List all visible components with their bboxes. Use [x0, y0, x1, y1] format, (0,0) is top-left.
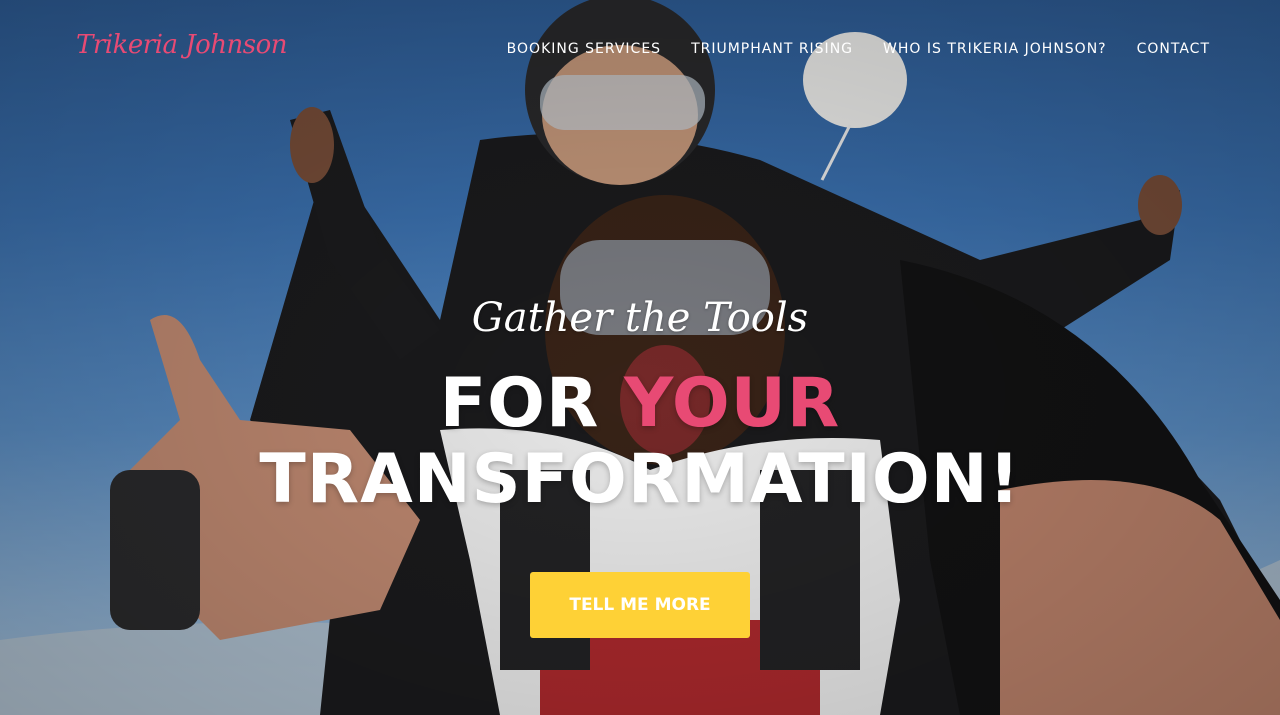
hero-heading: FOR YOUR TRANSFORMATION!	[0, 366, 1280, 518]
hero-heading-accent: YOUR	[624, 364, 841, 443]
hero-section: Trikeria Johnson BOOKING SERVICES TRIUMP…	[0, 0, 1280, 715]
tell-me-more-button[interactable]: TELL ME MORE	[530, 572, 750, 638]
nav-link-triumphant-rising[interactable]: TRIUMPHANT RISING	[691, 41, 853, 57]
nav-item-contact: CONTACT	[1137, 40, 1210, 58]
nav-item-booking-services: BOOKING SERVICES	[507, 40, 661, 58]
nav-link-who-is[interactable]: WHO IS TRIKERIA JOHNSON?	[883, 41, 1107, 57]
hero-content: Gather the Tools FOR YOUR TRANSFORMATION…	[0, 290, 1280, 638]
nav-link-contact[interactable]: CONTACT	[1137, 41, 1210, 57]
nav-menu: BOOKING SERVICES TRIUMPHANT RISING WHO I…	[507, 40, 1210, 58]
nav-item-who-is: WHO IS TRIKERIA JOHNSON?	[883, 40, 1107, 58]
hero-heading-part1: FOR	[439, 364, 600, 443]
hero-subheading: Gather the Tools	[471, 295, 809, 341]
nav-item-triumphant-rising: TRIUMPHANT RISING	[691, 40, 853, 58]
hero-heading-part2: TRANSFORMATION!	[259, 440, 1021, 519]
nav-link-booking-services[interactable]: BOOKING SERVICES	[507, 41, 661, 57]
brand-logo[interactable]: Trikeria Johnson	[76, 30, 288, 60]
main-navbar: Trikeria Johnson BOOKING SERVICES TRIUMP…	[0, 0, 1280, 98]
